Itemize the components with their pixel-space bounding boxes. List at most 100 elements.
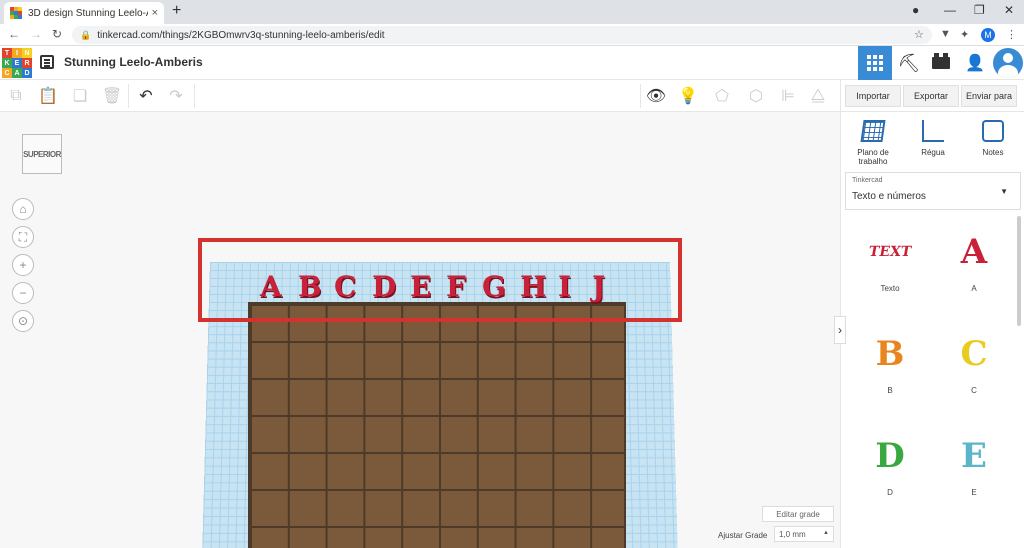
- browser-tab[interactable]: 3D design Stunning Leelo-Ambe ×: [4, 2, 164, 24]
- logo-letter: T: [2, 48, 12, 58]
- duplicate-icon[interactable]: ❏: [70, 86, 90, 106]
- group-icon[interactable]: ⬠: [712, 86, 732, 106]
- 3d-view-button[interactable]: [858, 46, 892, 80]
- notes-icon: [982, 120, 1004, 142]
- highlight-box: [198, 238, 682, 322]
- user-avatar[interactable]: [993, 48, 1023, 78]
- logo-letter: A: [12, 68, 22, 78]
- shape-item[interactable]: E E: [939, 434, 1009, 497]
- letter-e-thumb: E: [961, 436, 987, 476]
- shapes-panel: Plano de trabalho Régua Notes Tinkercad …: [840, 112, 1024, 548]
- notes-tool[interactable]: Notes: [965, 120, 1021, 157]
- edit-grid-button[interactable]: Editar grade: [762, 506, 834, 522]
- minimize-button[interactable]: —: [944, 3, 956, 17]
- show-all-icon[interactable]: 👁: [646, 86, 666, 106]
- home-view-icon[interactable]: ⌂: [12, 198, 34, 220]
- ruler-icon: [922, 120, 944, 142]
- export-toolbar: Importar Exportar Enviar para: [840, 80, 1024, 112]
- notes-tool-label: Notes: [982, 148, 1004, 157]
- brick-icon: [932, 53, 950, 69]
- grid-icon: [867, 55, 883, 71]
- shape-label: E: [971, 488, 977, 497]
- shape-item[interactable]: D D: [855, 434, 925, 497]
- workplane-tool[interactable]: Plano de trabalho: [845, 120, 901, 166]
- browser-profile-avatar[interactable]: M: [981, 28, 995, 42]
- shape-item[interactable]: B B: [855, 332, 925, 395]
- ungroup-icon[interactable]: ⬡: [746, 86, 766, 106]
- tab-close-icon[interactable]: ×: [152, 7, 158, 19]
- puzzle-icon[interactable]: ✦: [960, 28, 969, 41]
- invite-user-button[interactable]: 👤: [958, 46, 992, 80]
- new-tab-button[interactable]: +: [172, 2, 181, 20]
- zoom-out-icon[interactable]: −: [12, 282, 34, 304]
- url-text: tinkercad.com/things/2KGBOmwrv3q-stunnin…: [97, 29, 385, 41]
- forward-arrow-icon[interactable]: →: [30, 27, 42, 41]
- align-icon[interactable]: ⊫: [778, 86, 798, 106]
- ruler-tool-label: Régua: [921, 148, 945, 157]
- logo-letter: C: [2, 68, 12, 78]
- toolbar-divider: [194, 84, 195, 108]
- tinkercad-logo[interactable]: T I N K E R C A D: [2, 48, 32, 78]
- close-window-button[interactable]: ✕: [1004, 3, 1014, 17]
- design-list-icon[interactable]: [40, 55, 54, 69]
- snap-grid-label: Ajustar Grade: [718, 531, 768, 540]
- undo-icon[interactable]: ↶: [136, 86, 156, 106]
- import-button[interactable]: Importar: [845, 85, 901, 107]
- browser-address-bar: ← → ↻ 🔒 tinkercad.com/things/2KGBOmwrv3q…: [0, 24, 1024, 46]
- letter-a-thumb: A: [960, 232, 988, 272]
- fit-view-icon[interactable]: ⛶: [12, 226, 34, 248]
- extension-icon[interactable]: ▼: [940, 28, 951, 40]
- snap-grid-value: 1,0 mm: [779, 529, 806, 539]
- shape-label: B: [887, 386, 893, 395]
- shape-category-select[interactable]: Tinkercad Texto e números ▼: [845, 172, 1021, 210]
- toolbar-divider: [640, 84, 641, 108]
- shape-label: Texto: [880, 284, 900, 293]
- logo-letter: I: [12, 48, 22, 58]
- shape-label: C: [971, 386, 977, 395]
- letter-b-thumb: B: [875, 334, 905, 374]
- shape-grid: TEXT Texto A A B B C C D D E E: [841, 220, 1019, 548]
- 3d-viewport[interactable]: SUPERIOR ⌂ ⛶ + − ⊙ A B C D E F G H I J E…: [0, 112, 840, 548]
- shape-item[interactable]: A A: [939, 230, 1009, 293]
- url-field[interactable]: 🔒 tinkercad.com/things/2KGBOmwrv3q-stunn…: [72, 26, 932, 44]
- perspective-icon[interactable]: ⊙: [12, 310, 34, 332]
- paste-icon[interactable]: 📋: [38, 86, 58, 106]
- workplane-tool-label: Plano de trabalho: [857, 148, 889, 166]
- chevron-right-icon: ›: [838, 323, 842, 337]
- mirror-icon[interactable]: ⧋: [808, 86, 828, 106]
- delete-icon[interactable]: 🗑: [102, 86, 122, 106]
- tab-search-icon[interactable]: ●: [912, 3, 919, 17]
- logo-letter: K: [2, 58, 12, 68]
- edit-toolbar: ⧉ 📋 ❏ 🗑 ↶ ↷ 👁 💡 ⬠ ⬡ ⊫ ⧋: [0, 80, 840, 112]
- reload-icon[interactable]: ↻: [52, 27, 62, 41]
- redo-icon[interactable]: ↷: [166, 86, 186, 106]
- tab-title: 3D design Stunning Leelo-Ambe: [28, 7, 148, 19]
- text-shape-thumb: TEXT: [867, 244, 913, 260]
- wooden-board-shape[interactable]: [248, 302, 626, 548]
- shape-item[interactable]: C C: [939, 332, 1009, 395]
- design-title[interactable]: Stunning Leelo-Amberis: [64, 55, 203, 69]
- maximize-button[interactable]: ❐: [974, 3, 985, 17]
- copy-icon[interactable]: ⧉: [6, 86, 26, 106]
- light-bulb-icon[interactable]: 💡: [678, 86, 698, 106]
- ruler-tool[interactable]: Régua: [905, 120, 961, 157]
- logo-letter: R: [22, 58, 32, 68]
- lock-icon: 🔒: [80, 29, 92, 40]
- shape-item[interactable]: TEXT Texto: [855, 230, 925, 293]
- send-to-button[interactable]: Enviar para: [961, 85, 1017, 107]
- bricks-button[interactable]: [924, 46, 958, 80]
- export-button[interactable]: Exportar: [903, 85, 959, 107]
- view-cube[interactable]: SUPERIOR: [22, 134, 62, 174]
- star-icon[interactable]: ☆: [914, 28, 924, 41]
- panel-scrollbar[interactable]: [1017, 216, 1021, 326]
- zoom-in-icon[interactable]: +: [12, 254, 34, 276]
- collapse-panel-button[interactable]: ›: [834, 316, 846, 344]
- codeblocks-button[interactable]: ⛏: [892, 46, 926, 80]
- back-arrow-icon[interactable]: ←: [8, 27, 20, 41]
- caret-down-icon: ▼: [1000, 187, 1008, 196]
- shape-label: A: [971, 284, 977, 293]
- browser-tab-strip: 3D design Stunning Leelo-Ambe × + ● — ❐ …: [0, 0, 1024, 24]
- caret-up-icon: ▲: [823, 530, 829, 536]
- browser-menu-icon[interactable]: ⋮: [1006, 28, 1017, 41]
- snap-grid-select[interactable]: 1,0 mm ▲: [774, 526, 834, 542]
